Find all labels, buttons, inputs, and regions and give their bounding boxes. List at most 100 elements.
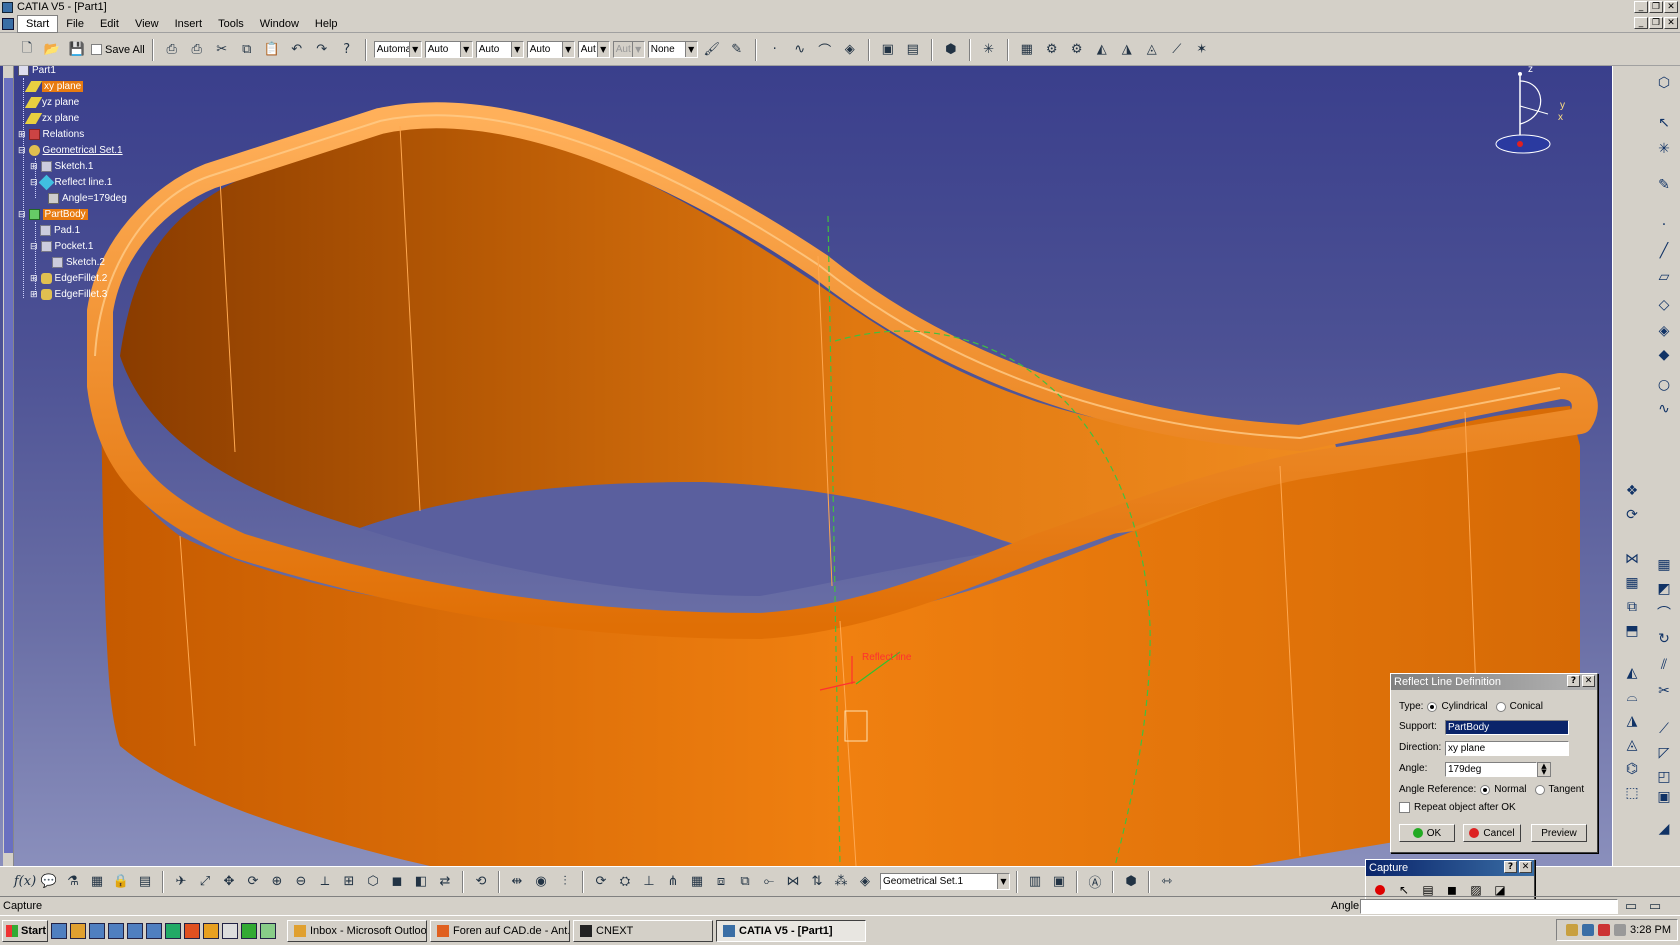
- angle-spinner[interactable]: ▲ ▼: [1537, 762, 1551, 777]
- quicklaunch-icon-8[interactable]: [184, 922, 200, 939]
- gear-icon[interactable]: ⚙: [1041, 39, 1063, 61]
- tree-scrollbar-thumb[interactable]: [4, 78, 13, 853]
- corner-icon[interactable]: ◸: [1653, 742, 1675, 764]
- menu-view[interactable]: View: [127, 15, 167, 33]
- status-icon-1[interactable]: ▭: [1622, 895, 1640, 917]
- pan-icon[interactable]: ✥: [218, 871, 240, 893]
- tree-scrollbar[interactable]: [3, 66, 14, 866]
- point-type-combo[interactable]: Aut ▼: [577, 41, 610, 58]
- constraint-icon[interactable]: ⇹: [506, 871, 528, 893]
- support-field[interactable]: PartBody: [1445, 720, 1569, 735]
- format-painter-icon[interactable]: 🖌: [701, 39, 723, 61]
- help-button[interactable]: ?: [1567, 675, 1580, 687]
- conical-radio[interactable]: [1495, 701, 1506, 712]
- split-icon[interactable]: ⫽: [1653, 654, 1675, 676]
- tree-icon[interactable]: ⋔: [662, 871, 684, 893]
- cut-icon[interactable]: ✂: [211, 39, 233, 61]
- task-browser[interactable]: Foren auf CAD.de - Ant...: [430, 919, 570, 942]
- dialog-close-button[interactable]: ✕: [1582, 675, 1595, 687]
- tools-icon[interactable]: ✳: [1653, 138, 1675, 160]
- analysis-icon[interactable]: ◈: [839, 39, 861, 61]
- quicklaunch-icon-2[interactable]: [70, 922, 86, 939]
- fly-mode-icon[interactable]: ✈: [170, 871, 192, 893]
- loft-icon[interactable]: ◮: [1621, 710, 1643, 732]
- curvature-icon[interactable]: ◮: [1116, 39, 1138, 61]
- collapse-icon[interactable]: ⊟: [18, 145, 26, 156]
- scan-icon[interactable]: ⟜: [758, 871, 780, 893]
- fit-all-icon[interactable]: ⤢: [194, 871, 216, 893]
- copy-icon[interactable]: ⧉: [236, 39, 258, 61]
- menu-tools[interactable]: Tools: [210, 15, 252, 33]
- restore-button[interactable]: ❐: [1649, 1, 1663, 13]
- tree-item-edgefillet-2[interactable]: ⊞ EdgeFillet.2: [30, 271, 107, 285]
- line-thickness-combo[interactable]: Auto ▼: [475, 41, 524, 58]
- quicklaunch-icon-1[interactable]: [51, 922, 67, 939]
- menu-file[interactable]: File: [58, 15, 92, 33]
- dialog-title-bar[interactable]: Reflect Line Definition ? ✕: [1391, 674, 1597, 690]
- apply-material-icon[interactable]: ⬢: [940, 39, 962, 61]
- annotation-icon[interactable]: Ⓐ: [1084, 871, 1106, 893]
- menu-insert[interactable]: Insert: [167, 15, 211, 33]
- tangent-radio[interactable]: [1534, 784, 1545, 795]
- quicklaunch-icon-5[interactable]: [127, 922, 143, 939]
- quicklaunch-icon-11[interactable]: [241, 922, 257, 939]
- transparency-combo[interactable]: Auto ▼: [424, 41, 473, 58]
- grid-icon[interactable]: ▦: [1621, 572, 1643, 594]
- spline-icon[interactable]: ∿: [1653, 398, 1675, 420]
- collapse-icon[interactable]: ⊟: [18, 209, 26, 220]
- swap-space-icon[interactable]: ⇄: [434, 871, 456, 893]
- tree-item-pocket[interactable]: ⊟ Pocket.1: [30, 239, 93, 253]
- quicklaunch-icon-12[interactable]: [260, 922, 276, 939]
- formula-icon[interactable]: f(x): [14, 871, 36, 893]
- tray-icon-4[interactable]: [1614, 924, 1627, 936]
- expand-icon[interactable]: ⊞: [30, 273, 38, 284]
- normal-view-icon[interactable]: ⟂: [314, 871, 336, 893]
- cylindrical-radio[interactable]: [1427, 701, 1438, 712]
- command-input[interactable]: [1360, 899, 1618, 914]
- line-icon[interactable]: ╱: [1653, 240, 1675, 262]
- multi-result-icon[interactable]: ❖: [1621, 480, 1643, 502]
- menu-window[interactable]: Window: [252, 15, 307, 33]
- angle-field[interactable]: 179deg: [1445, 762, 1537, 777]
- insert-geometrical-set-icon[interactable]: ▥: [1024, 871, 1046, 893]
- tray-icon-1[interactable]: [1566, 924, 1579, 936]
- compass-widget[interactable]: [1490, 66, 1580, 166]
- healing-icon[interactable]: ⌬: [1621, 758, 1643, 780]
- surface-analysis-icon[interactable]: ◬: [1141, 39, 1163, 61]
- save-all-button[interactable]: Save All: [91, 44, 145, 56]
- layer-combo[interactable]: None ▼: [647, 41, 698, 58]
- settings-icon[interactable]: ⚙: [1066, 39, 1088, 61]
- catalog-icon[interactable]: ▣: [877, 39, 899, 61]
- table-icon[interactable]: ▦: [86, 871, 108, 893]
- transform-icon[interactable]: ⟳: [1621, 504, 1643, 526]
- document-menu-icon[interactable]: [2, 18, 14, 30]
- doc-close-button[interactable]: ✕: [1664, 17, 1678, 29]
- geometrical-set-combo[interactable]: Geometrical Set.1 ▼: [880, 873, 1010, 890]
- plane-icon[interactable]: ▱: [1653, 266, 1675, 288]
- tree-item-relations[interactable]: ⊞ Relations: [18, 127, 84, 141]
- update-icon[interactable]: ⟲: [470, 871, 492, 893]
- measure-between-icon[interactable]: ⇿: [1156, 871, 1178, 893]
- zoom-out-icon[interactable]: ⊖: [290, 871, 312, 893]
- wireframe-icon[interactable]: ⬚: [1621, 782, 1643, 804]
- whats-this-icon[interactable]: ?: [336, 39, 358, 61]
- graphic-properties-icon[interactable]: ✎: [726, 39, 748, 61]
- dress-up-icon[interactable]: ⛭: [614, 871, 636, 893]
- reorder-icon[interactable]: ⇅: [806, 871, 828, 893]
- capture-close-button[interactable]: ✕: [1519, 861, 1532, 873]
- design-table-icon[interactable]: ▤: [134, 871, 156, 893]
- tree-item-angle-parameter[interactable]: Angle=179deg: [48, 191, 127, 205]
- tree-item-part1[interactable]: Part1: [18, 66, 56, 77]
- new-file-icon[interactable]: 🗋: [16, 39, 38, 61]
- workbench-icon[interactable]: ⬡: [1653, 72, 1675, 94]
- thickness-icon[interactable]: ◬: [1621, 734, 1643, 756]
- tree-item-edgefillet-3[interactable]: ⊞ EdgeFillet.3: [30, 287, 107, 301]
- porcupine-icon[interactable]: ✶: [1191, 39, 1213, 61]
- circle-icon[interactable]: ○: [1653, 374, 1675, 396]
- shading-icon[interactable]: ◼: [386, 871, 408, 893]
- lock-icon[interactable]: 🔒: [110, 871, 132, 893]
- grid-snap-icon[interactable]: ▦: [686, 871, 708, 893]
- print-icon[interactable]: ⎙: [161, 39, 183, 61]
- point-icon[interactable]: ·: [764, 39, 786, 61]
- undo-icon[interactable]: ↶: [286, 39, 308, 61]
